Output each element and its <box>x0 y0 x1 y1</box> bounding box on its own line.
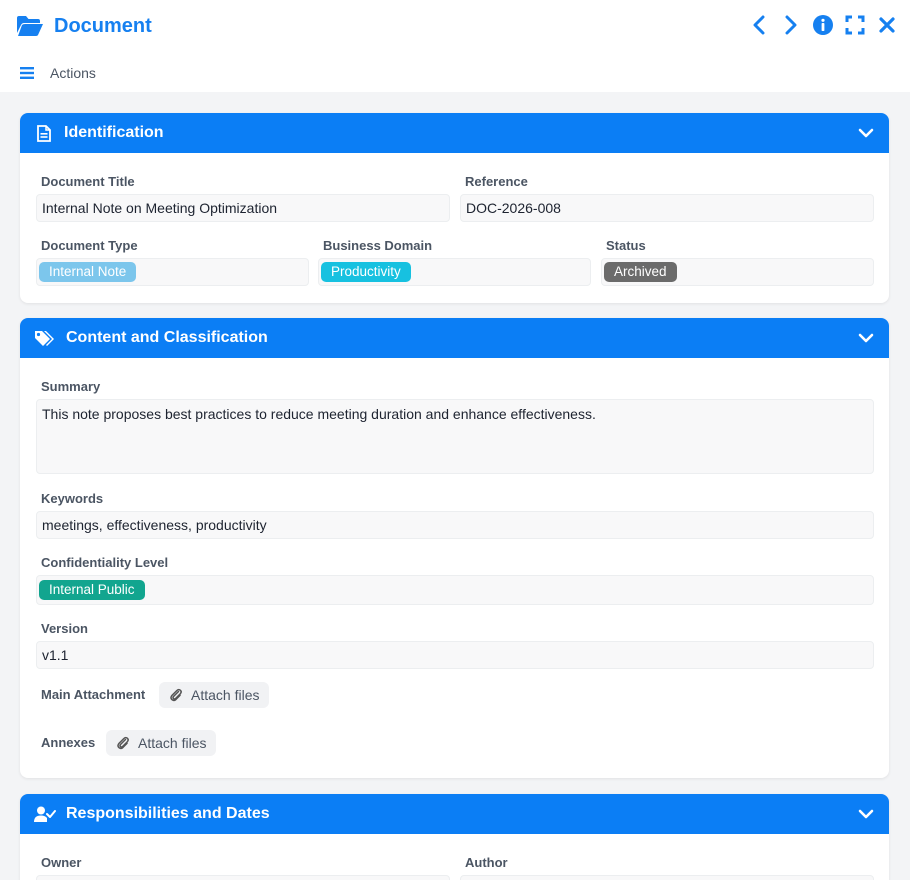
business-domain-field[interactable]: Productivity <box>318 258 591 286</box>
window-controls <box>748 14 898 36</box>
version-label: Version <box>41 621 88 636</box>
content-header[interactable]: Content and Classification <box>20 318 889 358</box>
previous-button[interactable] <box>748 14 770 36</box>
document-title-label: Document Title <box>41 174 135 189</box>
business-domain-tag: Productivity <box>321 262 411 282</box>
main-attachment-button-label: Attach files <box>191 687 260 703</box>
reference-label: Reference <box>465 174 528 189</box>
confidentiality-tag: Internal Public <box>39 580 145 600</box>
keywords-field[interactable]: meetings, effectiveness, productivity <box>36 511 874 539</box>
document-title-value: Internal Note on Meeting Optimization <box>42 200 278 216</box>
expand-icon <box>845 15 865 35</box>
main-attachment-button[interactable]: Attach files <box>159 682 270 708</box>
document-icon <box>34 124 54 142</box>
annexes-button-label: Attach files <box>138 735 207 751</box>
owner-label: Owner <box>41 855 82 870</box>
content-panel: Content and Classification Summary This … <box>20 318 889 778</box>
close-button[interactable] <box>876 14 898 36</box>
summary-label: Summary <box>41 379 101 394</box>
version-value: v1.1 <box>42 647 69 663</box>
actions-label: Actions <box>50 65 96 81</box>
version-field[interactable]: v1.1 <box>36 641 874 669</box>
keywords-label: Keywords <box>41 491 104 506</box>
reference-field[interactable]: DOC-2026-008 <box>460 194 874 222</box>
hamburger-menu-icon <box>20 67 34 79</box>
chevron-left-icon <box>753 15 765 35</box>
actions-menu[interactable]: Actions <box>20 65 96 81</box>
summary-textarea[interactable]: This note proposes best practices to red… <box>36 399 874 474</box>
info-button[interactable] <box>812 14 834 36</box>
responsibilities-panel: Responsibilities and Dates Owner Author <box>20 794 889 880</box>
status-tag: Archived <box>604 262 677 282</box>
main-attachment-label: Main Attachment <box>41 687 146 702</box>
summary-value: This note proposes best practices to red… <box>42 406 596 422</box>
document-type-label: Document Type <box>41 238 138 253</box>
user-check-icon <box>34 805 56 823</box>
identification-title: Identification <box>64 124 164 141</box>
status-label: Status <box>606 238 646 253</box>
chevron-right-icon <box>785 15 797 35</box>
fullscreen-button[interactable] <box>844 14 866 36</box>
business-domain-label: Business Domain <box>323 238 433 253</box>
author-label: Author <box>465 855 508 870</box>
next-button[interactable] <box>780 14 802 36</box>
owner-field[interactable] <box>36 875 450 880</box>
chevron-down-icon[interactable] <box>857 329 875 347</box>
keywords-value: meetings, effectiveness, productivity <box>42 517 267 533</box>
document-window: Document Actions Identification Document… <box>0 0 910 880</box>
responsibilities-title: Responsibilities and Dates <box>66 805 270 822</box>
document-type-tag: Internal Note <box>39 262 137 282</box>
content-title: Content and Classification <box>66 329 268 346</box>
folder-open-icon <box>17 16 43 36</box>
paperclip-icon <box>117 736 129 750</box>
status-field[interactable]: Archived <box>601 258 874 286</box>
tags-icon <box>34 329 56 347</box>
page-title: Document <box>54 14 152 37</box>
chevron-down-icon[interactable] <box>857 805 875 823</box>
confidentiality-field[interactable]: Internal Public <box>36 575 874 605</box>
info-icon <box>813 15 833 35</box>
annexes-label: Annexes <box>41 735 96 750</box>
chevron-down-icon[interactable] <box>857 124 875 142</box>
annexes-button[interactable]: Attach files <box>106 730 217 756</box>
confidentiality-label: Confidentiality Level <box>41 555 169 570</box>
reference-value: DOC-2026-008 <box>466 200 561 216</box>
paperclip-icon <box>170 688 182 702</box>
author-field[interactable] <box>460 875 874 880</box>
document-title-field[interactable]: Internal Note on Meeting Optimization <box>36 194 450 222</box>
close-icon <box>879 17 895 33</box>
window-header: Document Actions <box>0 0 910 92</box>
identification-panel: Identification Document Title Internal N… <box>20 113 889 303</box>
title-row: Document <box>16 12 152 40</box>
identification-header[interactable]: Identification <box>20 113 889 153</box>
document-type-field[interactable]: Internal Note <box>36 258 309 286</box>
responsibilities-header[interactable]: Responsibilities and Dates <box>20 794 889 834</box>
